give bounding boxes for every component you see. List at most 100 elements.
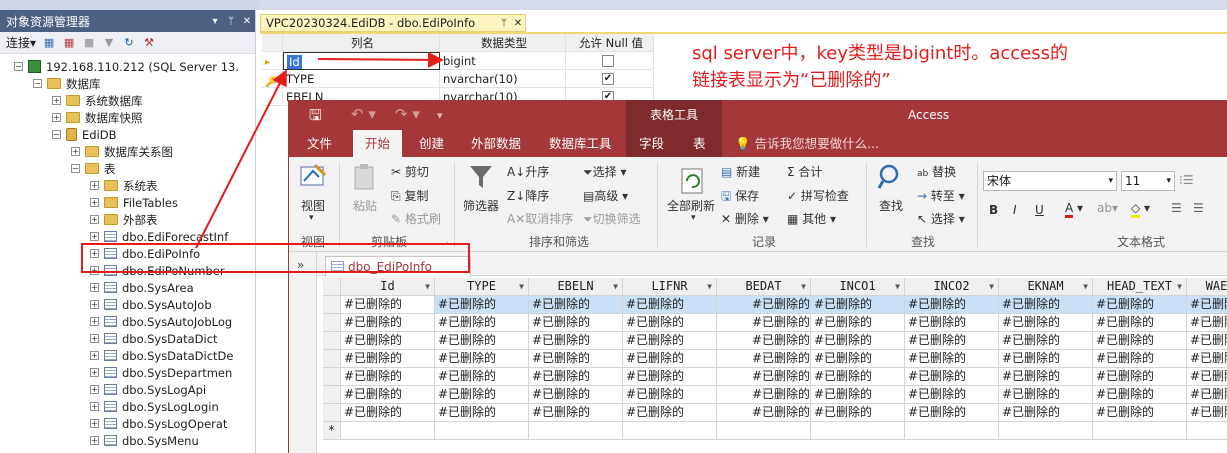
datasheet-cell[interactable]: #已删除的 — [717, 332, 811, 350]
close-tab-icon[interactable]: ✕ — [511, 18, 525, 29]
datasheet-cell[interactable]: #已删除的 — [999, 386, 1093, 404]
column-header[interactable]: LIFNR ▼ — [623, 278, 717, 296]
font-color-button[interactable]: A ▾ — [1065, 201, 1083, 218]
datasheet-cell[interactable]: #已删除的 — [529, 296, 623, 314]
new-record-cell[interactable] — [529, 422, 623, 440]
tree-node-table[interactable]: + dbo.SysAutoJobLog — [90, 313, 232, 330]
save-record-button[interactable]: 🖫 保存 — [721, 187, 759, 208]
datasheet-cell[interactable]: #已删除的 — [1093, 332, 1187, 350]
document-tab[interactable]: VPC20230324.EdiDB - dbo.EdiPoInfo ᛘ ✕ — [260, 14, 526, 32]
allow-null-checkbox[interactable] — [602, 55, 614, 67]
align-left-icon[interactable]: ☰ — [1171, 201, 1182, 215]
chevron-down-icon[interactable]: ▼ — [519, 278, 524, 295]
datasheet-cell[interactable]: #已删除的 — [623, 350, 717, 368]
datasheet-row[interactable]: #已删除的 #已删除的 #已删除的 #已删除的 #已删除的 #已删除的 #已删除的 #已删除的… — [323, 368, 1227, 386]
tree-node-server[interactable]: − 192.168.110.212 (SQL Server 13. — [14, 58, 239, 75]
datasheet-cell[interactable]: #已删除的 — [1093, 350, 1187, 368]
datasheet-cell[interactable]: #已删除的 — [905, 350, 999, 368]
tree-node-table[interactable]: + dbo.SysLogApi — [90, 381, 206, 398]
totals-button[interactable]: Σ 合计 — [787, 163, 822, 180]
datasheet-cell[interactable]: #已删除的 — [811, 332, 905, 350]
datasheet-cell[interactable]: #已删除的 — [905, 296, 999, 314]
sort-ascending-button[interactable]: A↓升序 — [507, 163, 549, 180]
column-header[interactable]: WAE▼ — [1187, 278, 1227, 296]
chevron-down-icon[interactable]: ▼ — [613, 278, 618, 295]
new-record-cell[interactable] — [623, 422, 717, 440]
tell-me-box[interactable]: 💡 告诉我您想要做什么... — [735, 130, 879, 157]
datasheet-cell[interactable]: #已删除的 — [341, 296, 435, 314]
new-record-button[interactable]: ▤ 新建 — [721, 163, 760, 180]
redo-icon[interactable]: ↷ ▾ — [395, 105, 420, 123]
navigation-pane-collapsed[interactable]: » — [289, 252, 317, 453]
datasheet-cell[interactable]: #已删除的 — [435, 350, 529, 368]
expand-icon[interactable]: + — [90, 198, 99, 207]
tree-node-system-databases[interactable]: + 系统数据库 — [52, 92, 143, 109]
new-record-cell[interactable] — [717, 422, 811, 440]
find-button[interactable]: 查找 — [879, 197, 903, 214]
record-selector[interactable] — [323, 386, 341, 404]
tree-node-external-tables[interactable]: + 外部表 — [90, 211, 158, 228]
expand-icon[interactable]: + — [90, 181, 99, 190]
tab-file[interactable]: 文件 — [307, 130, 332, 157]
view-button[interactable]: 视图 — [301, 197, 325, 214]
filter-icon[interactable]: ▼ — [102, 36, 116, 50]
datasheet-cell[interactable]: #已删除的 — [999, 332, 1093, 350]
align-center-icon[interactable]: ☰ — [1193, 201, 1204, 215]
datasheet-cell[interactable]: #已删除的 — [529, 404, 623, 422]
datasheet-cell[interactable]: #已删除的 — [905, 404, 999, 422]
new-record-cell[interactable] — [1093, 422, 1187, 440]
expand-icon[interactable]: + — [52, 113, 61, 122]
tree-node-diagrams[interactable]: + 数据库关系图 — [71, 143, 173, 160]
font-size-combo[interactable]: 11 ▾ — [1121, 171, 1175, 191]
datasheet-cell[interactable]: #已删除的 — [999, 350, 1093, 368]
row-selector[interactable]: ▸🔑 — [262, 52, 283, 88]
datasheet-cell[interactable]: #已删除的 — [717, 314, 811, 332]
tree-node-table[interactable]: + dbo.SysLogOperat — [90, 415, 227, 432]
chevron-down-icon[interactable]: ▼ — [707, 278, 712, 295]
datasheet-cell[interactable]: #已删除的 — [717, 368, 811, 386]
paste-button[interactable]: 粘贴 — [353, 197, 377, 214]
bold-button[interactable]: B — [989, 203, 998, 217]
refresh-icon[interactable]: ↻ — [122, 36, 136, 50]
datasheet-row[interactable]: #已删除的 #已删除的 #已删除的 #已删除的 #已删除的 #已删除的 #已删除的 #已删除的… — [323, 386, 1227, 404]
allow-null-checkbox[interactable]: ✔ — [602, 73, 614, 85]
tree-node-filetables[interactable]: + FileTables — [90, 194, 178, 211]
datasheet-cell[interactable]: #已删除的 — [811, 404, 905, 422]
datasheet-cell[interactable]: #已删除的 — [623, 332, 717, 350]
tab-table[interactable]: 表 — [693, 130, 706, 157]
datasheet-cell[interactable]: #已删除的 — [1187, 296, 1227, 314]
new-record-cell[interactable] — [1187, 422, 1227, 440]
save-icon[interactable]: 🖫 — [309, 105, 322, 130]
record-selector[interactable] — [323, 368, 341, 386]
record-selector[interactable] — [323, 350, 341, 368]
new-record-cell[interactable] — [435, 422, 529, 440]
more-button[interactable]: ▦ 其他 ▾ — [787, 210, 836, 227]
datasheet-cell[interactable]: #已删除的 — [623, 368, 717, 386]
spelling-button[interactable]: ✓ 拼写检查 — [787, 187, 849, 204]
selection-button[interactable]: ⏷选择 ▾ — [583, 163, 626, 180]
datasheet-cell[interactable]: #已删除的 — [1093, 314, 1187, 332]
goto-button[interactable]: → 转至 ▾ — [917, 187, 965, 204]
datasheet-cell[interactable]: #已删除的 — [905, 368, 999, 386]
column-header[interactable]: EKNAM ▼ — [999, 278, 1093, 296]
disconnect-icon[interactable]: ▦ — [62, 36, 76, 50]
tree-node-tables[interactable]: − 表 — [71, 160, 116, 177]
datasheet-cell[interactable]: #已删除的 — [905, 332, 999, 350]
expand-icon[interactable]: + — [90, 215, 99, 224]
select-all-corner[interactable] — [323, 278, 341, 296]
customize-toolbar-icon[interactable]: ▾ — [437, 109, 443, 122]
datasheet-cell[interactable]: #已删除的 — [341, 368, 435, 386]
tab-database-tools[interactable]: 数据库工具 — [549, 130, 612, 157]
collapse-icon[interactable]: − — [71, 164, 80, 173]
expand-icon[interactable]: + — [90, 232, 99, 241]
datasheet-cell[interactable]: #已删除的 — [1187, 350, 1227, 368]
datasheet-cell[interactable]: #已删除的 — [1187, 404, 1227, 422]
tab-create[interactable]: 创建 — [419, 130, 444, 157]
expand-icon[interactable]: + — [52, 96, 61, 105]
datasheet-cell[interactable]: #已删除的 — [435, 332, 529, 350]
connect-button[interactable]: 连接▾ — [6, 34, 36, 51]
connect-icon[interactable]: ▦ — [42, 36, 56, 50]
datasheet-cell[interactable]: #已删除的 — [1093, 404, 1187, 422]
datasheet-cell[interactable]: #已删除的 — [1093, 296, 1187, 314]
tree-node-table[interactable]: + dbo.SysDataDict — [90, 330, 218, 347]
